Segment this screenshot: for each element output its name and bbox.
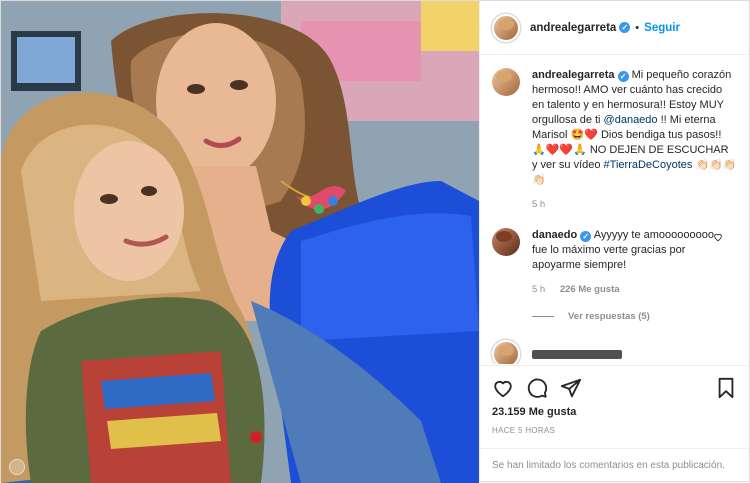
likes-count[interactable]: 23.159 Me gusta [492,406,737,418]
next-commenter-avatar[interactable] [492,340,520,364]
caption-meta: 5 h [532,197,737,212]
replies-divider [532,316,554,317]
post-photo[interactable] [1,1,479,483]
comment-username[interactable]: danaedo [532,229,577,241]
instagram-post: andrealegarreta ✓ • Seguir andrealegarre… [0,0,750,483]
author-username[interactable]: andrealegarreta [530,22,616,34]
caption-mention[interactable]: @danaedo [604,114,658,126]
follow-button[interactable]: Seguir [644,22,680,34]
caption-username[interactable]: andrealegarreta [532,69,615,81]
caption-avatar[interactable] [492,68,520,96]
caption: andrealegarreta ✓ Mi pequeño corazón herm… [492,68,737,212]
author-avatar[interactable] [492,13,520,42]
comments-limited-notice: Se han limitado los comentarios en esta … [480,448,749,481]
comment-meta: 5 h 226 Me gusta [532,282,715,297]
comment-time[interactable]: 5 h [532,284,545,295]
next-comment-text-cut [532,349,622,359]
view-replies-label[interactable]: Ver respuestas (5) [568,311,650,322]
comment-item: danaedo ✓ Ayyyyy te amooooooooo fue lo má… [492,228,737,297]
verified-icon: ✓ [619,22,631,33]
heart-icon[interactable] [492,377,514,399]
comment-likes[interactable]: 226 Me gusta [560,284,620,295]
commenter-avatar[interactable] [492,228,520,256]
comment-like-heart-icon[interactable] [713,232,723,242]
view-replies[interactable]: Ver respuestas (5) [532,311,737,322]
comments-section[interactable]: andrealegarreta ✓ Mi pequeño corazón herm… [480,56,749,364]
post-timestamp[interactable]: HACE 5 HORAS [492,426,737,435]
bookmark-icon[interactable] [715,377,737,399]
caption-body: andrealegarreta ✓ Mi pequeño corazón herm… [532,68,737,212]
share-icon[interactable] [560,377,582,399]
comment-body: danaedo ✓ Ayyyyy te amooooooooo fue lo má… [532,228,737,297]
verified-icon: ✓ [617,71,629,82]
caption-time[interactable]: 5 h [532,199,545,210]
separator-dot: • [635,21,640,34]
verified-icon: ✓ [580,231,592,242]
action-icons [492,374,737,402]
post-side-panel: andrealegarreta ✓ • Seguir andrealegarre… [479,1,749,481]
next-comment-partial [492,340,737,364]
comment-icon[interactable] [526,377,548,399]
post-actions: 23.159 Me gusta HACE 5 HORAS [480,365,749,435]
photo-corner-icon [9,459,25,475]
selfie-illustration [1,1,479,483]
caption-hashtag[interactable]: #TierraDeCoyotes [604,159,693,171]
post-header: andrealegarreta ✓ • Seguir [480,1,749,55]
